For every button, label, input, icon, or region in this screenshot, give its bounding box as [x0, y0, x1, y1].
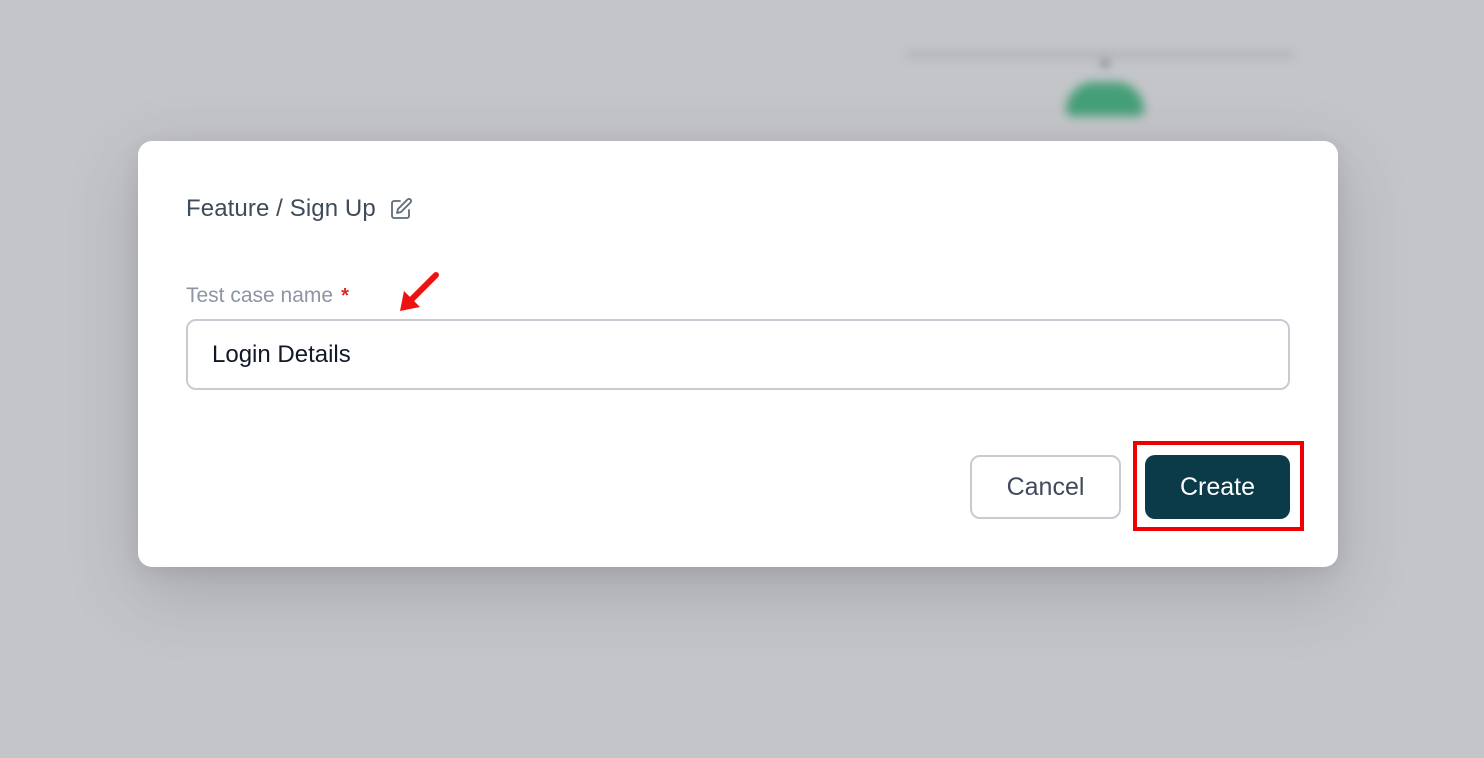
create-test-case-dialog: Feature / Sign Up Test case name * Cance… [138, 141, 1338, 567]
background-marker [1100, 58, 1110, 68]
breadcrumb: Feature / Sign Up [186, 193, 414, 225]
test-case-name-label-row: Test case name * [186, 281, 349, 311]
breadcrumb-path: Feature / Sign Up [186, 195, 376, 222]
background-green-shape [1066, 82, 1144, 116]
cancel-button[interactable]: Cancel [970, 455, 1121, 519]
required-asterisk: * [341, 284, 349, 307]
test-case-name-label: Test case name [186, 284, 334, 307]
create-button[interactable]: Create [1145, 455, 1290, 519]
annotation-arrow-icon [400, 272, 439, 311]
edit-icon[interactable] [388, 196, 414, 222]
test-case-name-input[interactable] [186, 319, 1290, 390]
